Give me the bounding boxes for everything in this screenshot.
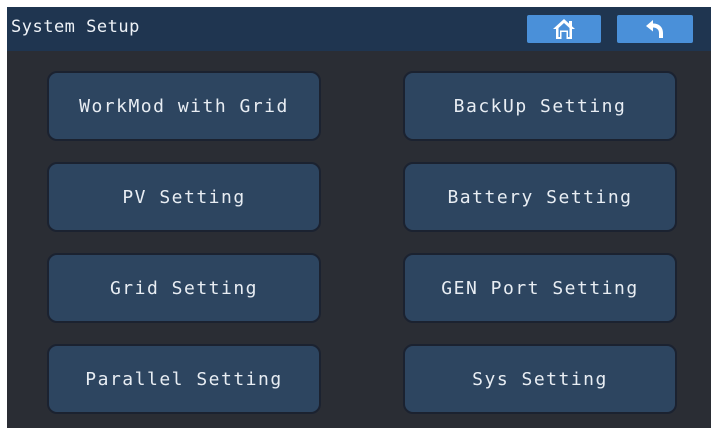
button-label: BackUp Setting <box>453 95 627 117</box>
grid-setting-button[interactable]: Grid Setting <box>47 253 321 323</box>
button-label: WorkMod with Grid <box>79 95 289 117</box>
workmod-with-grid-button[interactable]: WorkMod with Grid <box>47 71 321 141</box>
button-label: Sys Setting <box>472 368 608 390</box>
system-setup-screen: System Setup WorkMod with Grid PV Settin… <box>7 7 711 428</box>
sys-setting-button[interactable]: Sys Setting <box>403 344 677 414</box>
button-label: Grid Setting <box>109 277 259 299</box>
back-arrow-icon <box>646 20 663 38</box>
button-label: Parallel Setting <box>85 368 283 390</box>
gen-port-setting-button[interactable]: GEN Port Setting <box>403 253 677 323</box>
backup-setting-button[interactable]: BackUp Setting <box>403 71 677 141</box>
button-label: PV Setting <box>122 186 246 208</box>
page-title: System Setup <box>11 17 140 37</box>
home-button[interactable] <box>527 15 601 43</box>
home-icon <box>553 19 575 39</box>
back-button[interactable] <box>617 15 693 43</box>
battery-setting-button[interactable]: Battery Setting <box>403 162 677 232</box>
parallel-setting-button[interactable]: Parallel Setting <box>47 344 321 414</box>
button-label: Battery Setting <box>447 186 633 208</box>
pv-setting-button[interactable]: PV Setting <box>47 162 321 232</box>
button-label: GEN Port Setting <box>441 277 639 299</box>
header-bar: System Setup <box>7 7 711 51</box>
